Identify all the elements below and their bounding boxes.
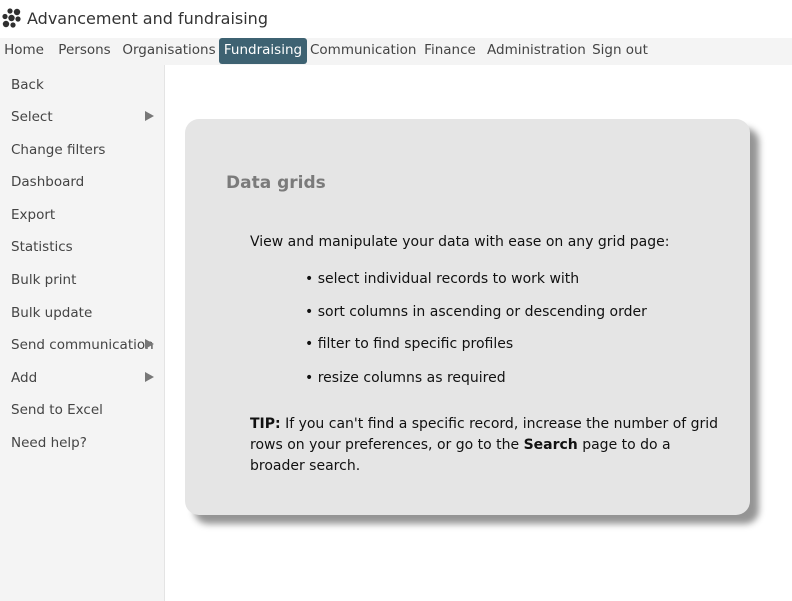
sidebar-item-back[interactable]: Back (0, 73, 165, 99)
sidebar-item-bulk-update[interactable]: Bulk update (0, 301, 165, 327)
sidebar-item-statistics[interactable]: Statistics (0, 235, 165, 261)
sidebar-item-dashboard[interactable]: Dashboard (0, 170, 165, 196)
nav-fundraising[interactable]: Fundraising (219, 38, 307, 64)
top-nav: Home Persons Organisations Fundraising C… (0, 38, 792, 65)
sidebar-item-label: Dashboard (11, 174, 85, 190)
sidebar-item-add[interactable]: Add (0, 366, 165, 392)
search-page-reference: Search (523, 437, 578, 453)
bullet-item: • resize columns as required (305, 370, 506, 386)
nav-home[interactable]: Home (0, 38, 48, 65)
nav-administration[interactable]: Administration (487, 38, 586, 65)
sidebar-item-send-communication[interactable]: Send communication (0, 333, 165, 359)
sidebar-item-label: Need help? (11, 435, 87, 451)
hexagon-cluster-icon (2, 8, 21, 28)
bullet-item: • select individual records to work with (305, 271, 580, 287)
sidebar-item-send-to-excel[interactable]: Send to Excel (0, 398, 165, 424)
sidebar-item-label: Bulk print (11, 272, 77, 288)
info-card: Data grids View and manipulate your data… (185, 119, 750, 515)
nav-persons[interactable]: Persons (52, 38, 117, 65)
nav-sign-out[interactable]: Sign out (589, 38, 651, 65)
sidebar-item-label: Add (11, 370, 38, 386)
sidebar-item-change-filters[interactable]: Change filters (0, 138, 165, 164)
submenu-arrow-icon (145, 339, 154, 349)
sidebar-item-label: Send to Excel (11, 402, 103, 418)
sidebar-item-label: Back (11, 77, 44, 93)
sidebar: Back Select Change filters Dashboard Exp… (0, 65, 165, 601)
bullet-item: • filter to find specific profiles (305, 336, 514, 352)
tip-text: TIP: If you can't find a specific record… (250, 414, 725, 477)
sidebar-item-label: Statistics (11, 239, 73, 255)
title-bar: Advancement and fundraising (0, 0, 792, 38)
app-title: Advancement and fundraising (27, 9, 268, 28)
card-title: Data grids (226, 173, 326, 193)
nav-organisations[interactable]: Organisations (122, 38, 216, 65)
bullet-item: • sort columns in ascending or descendin… (305, 304, 647, 320)
tip-prefix: TIP: (250, 416, 281, 432)
submenu-arrow-icon (145, 372, 154, 382)
sidebar-item-label: Change filters (11, 142, 106, 158)
sidebar-item-label: Send communication (11, 337, 154, 353)
sidebar-item-export[interactable]: Export (0, 203, 165, 229)
sidebar-item-select[interactable]: Select (0, 105, 165, 131)
sidebar-item-label: Select (11, 109, 53, 125)
sidebar-item-bulk-print[interactable]: Bulk print (0, 268, 165, 294)
sidebar-item-label: Bulk update (11, 305, 93, 321)
sidebar-item-label: Export (11, 207, 56, 223)
nav-finance[interactable]: Finance (420, 38, 480, 65)
card-intro: View and manipulate your data with ease … (250, 234, 670, 250)
submenu-arrow-icon (145, 111, 154, 121)
nav-communication[interactable]: Communication (310, 38, 416, 65)
sidebar-item-need-help[interactable]: Need help? (0, 431, 165, 457)
